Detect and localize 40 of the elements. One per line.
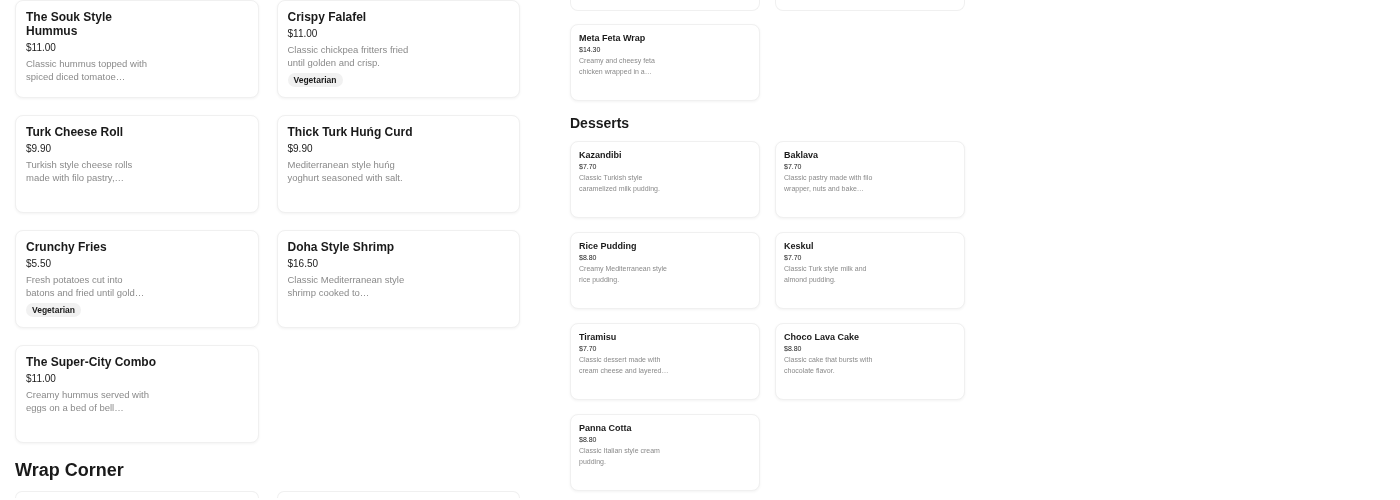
- item-name: The Super-City Combo: [26, 355, 156, 369]
- item-price: $5.50: [26, 258, 52, 269]
- item-description: Mediterranean style huńg yoghurt seasoned with salt.: [287, 158, 404, 184]
- item-price: $16.50: [287, 258, 319, 269]
- item-name: Baklava: [784, 150, 819, 160]
- item-name: Crispy Falafel: [287, 10, 367, 24]
- item-name: Panna Cotta: [579, 423, 632, 433]
- section-heading: Wrap Corner: [15, 459, 125, 481]
- item-name: Rice Pudding: [579, 241, 637, 251]
- menu-item-card[interactable]: The Souk Style Hummus $11.00 Classic hummus topped with spiced diced tomatoe…: [15, 0, 259, 98]
- item-description: Classic hummus topped with spiced diced tomatoe…: [26, 57, 148, 83]
- item-name: Thick Turk Huńg Curd: [287, 125, 413, 139]
- item-name: Turk Cheese Roll: [26, 125, 124, 139]
- menu-item-card[interactable]: The Super-City Combo $11.00 Creamy hummus served with eggs on a bed of bell…: [15, 345, 259, 443]
- item-description: Classic Mediterranean style shrimp cooked to…: [287, 273, 406, 299]
- menu-item-card[interactable]: Thick Turk Huńg Curd $9.90 Mediterranean style huńg yoghurt seasoned with salt.: [276, 115, 520, 213]
- item-name: Meta Feta Wrap: [579, 33, 646, 43]
- dietary-tag: Vegetarian: [26, 303, 81, 317]
- item-price: $9.90: [287, 143, 313, 154]
- item-name: Choco Lava Cake: [784, 332, 860, 342]
- item-price: $11.00: [26, 373, 56, 384]
- item-description: Classic chickpea fritters fried until golden and crisp.: [287, 43, 410, 69]
- item-price: $9.90: [26, 143, 52, 154]
- item-description: Turkish style cheese rolls made with filo pastry,…: [26, 158, 134, 184]
- menu-item-card[interactable]: Crispy Falafel $11.00 Classic chickpea fritters fried until golden and crisp. Vegetarian: [276, 0, 520, 98]
- item-description: Creamy hummus served with eggs on a bed of bell…: [26, 388, 150, 414]
- item-name: Kazandibi: [579, 150, 622, 160]
- item-name: The Souk Style Hummus: [26, 10, 114, 38]
- item-name: Tiramisu: [579, 332, 617, 342]
- menu-item-card[interactable]: Crunchy Fries $5.50 Fresh potatoes cut into batons and fried until gold… Vegetarian: [15, 230, 259, 328]
- menu-item-card[interactable]: Doha Style Shrimp $16.50 Classic Mediterranean style shrimp cooked to…: [276, 230, 520, 328]
- menu-item-card[interactable]: Turk Cheese Roll $9.90 Turkish style cheese rolls made with filo pastry,…: [15, 115, 259, 213]
- item-price: $11.00: [287, 28, 318, 39]
- item-name: Crunchy Fries: [26, 240, 107, 254]
- item-name: Doha Style Shrimp: [287, 240, 395, 254]
- item-description: Fresh potatoes cut into batons and fried until gold…: [26, 273, 146, 299]
- section-heading: Desserts: [570, 115, 631, 131]
- dietary-tag: Vegetarian: [287, 73, 343, 87]
- item-name: Keskul: [784, 241, 814, 251]
- item-price: $11.00: [26, 42, 56, 53]
